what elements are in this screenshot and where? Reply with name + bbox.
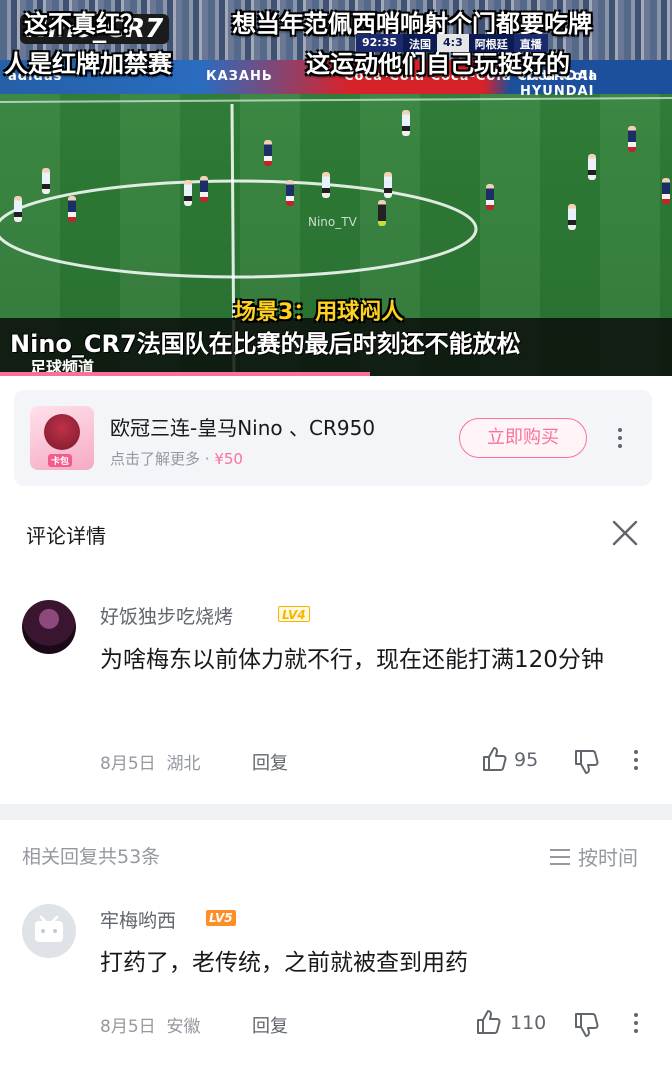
thumbs-down-icon[interactable]: [572, 747, 600, 775]
product-price: ¥50: [214, 450, 243, 468]
avatar[interactable]: [22, 600, 76, 654]
thumbs-up-icon[interactable]: [474, 1008, 502, 1036]
player: [662, 178, 670, 204]
home-team: 法国: [403, 34, 438, 52]
comment-more-icon[interactable]: [633, 750, 639, 770]
section-divider: [0, 804, 672, 820]
product-thumb-tag: 卡包: [48, 454, 73, 467]
scoreboard: 92:35 法国 4:3 阿根廷 直播: [356, 34, 548, 52]
thumbs-up-icon[interactable]: [480, 745, 508, 773]
comment-detail-title: 评论详情: [26, 524, 106, 548]
product-more-info: 点击了解更多 ·: [110, 450, 215, 468]
comment-text: 为啥梅东以前体力就不行，现在还能打满120分钟: [100, 647, 604, 673]
close-icon[interactable]: [610, 518, 640, 548]
sort-label: 按时间: [578, 846, 638, 870]
player: [184, 180, 192, 206]
video-progress-bar[interactable]: [0, 372, 370, 376]
match-clock: 92:35: [356, 34, 404, 52]
center-watermark: Nino_TV: [308, 215, 357, 229]
product-subtitle: 点击了解更多 · ¥50: [110, 448, 243, 469]
referee: [378, 200, 386, 226]
product-title: 欧冠三连-皇马Nino 、CR950: [110, 416, 376, 440]
avatar[interactable]: [22, 904, 76, 958]
product-thumbnail: 卡包: [30, 406, 94, 470]
replies-count: 相关回复共53条: [22, 846, 161, 868]
reply-button[interactable]: 回复: [252, 1012, 288, 1038]
scene-label: 场景3：用球闷人: [234, 300, 404, 325]
player: [588, 154, 596, 180]
player: [628, 126, 636, 152]
subtitle-text: 法国队在比赛的最后时刻还不能放松: [136, 330, 521, 358]
buy-now-button[interactable]: 立即购买: [459, 418, 587, 458]
comment-date: 8月5日: [100, 754, 156, 774]
comment-meta: 8月5日 湖北: [100, 749, 200, 774]
comment-location: 湖北: [166, 754, 201, 774]
caption-second-left: 人是红牌加禁赛: [4, 50, 172, 78]
product-badge-image: [44, 414, 80, 450]
player: [286, 180, 294, 206]
reply-text: 打药了，老传统，之前就被查到用药: [100, 950, 468, 976]
player: [402, 110, 410, 136]
player: [568, 204, 576, 230]
reply-meta: 8月5日 安徽: [100, 1012, 200, 1037]
player: [14, 196, 22, 222]
level-badge: LV4: [278, 606, 310, 622]
player: [322, 172, 330, 198]
product-card[interactable]: 卡包 欧冠三连-皇马Nino 、CR950 点击了解更多 · ¥50 立即购买: [14, 390, 652, 486]
player: [200, 176, 208, 202]
reply-date: 8月5日: [100, 1017, 156, 1037]
more-vertical-icon[interactable]: [617, 428, 623, 448]
player: [42, 168, 50, 194]
reply-more-icon[interactable]: [633, 1013, 639, 1033]
comment-username[interactable]: 好饭独步吃烧烤: [100, 602, 233, 629]
reply-button[interactable]: 回复: [252, 749, 288, 775]
player: [264, 140, 272, 166]
player: [486, 184, 494, 210]
like-count: 95: [514, 749, 539, 771]
like-count: 110: [510, 1012, 547, 1034]
sort-by-time-button[interactable]: 按时间: [550, 842, 638, 871]
reply-location: 安徽: [166, 1017, 201, 1037]
ad-board-text-2: КАЗАНЬ: [206, 69, 273, 84]
sort-icon: [550, 848, 570, 865]
reply-username[interactable]: 牢梅哟西: [100, 906, 176, 933]
live-badge: 直播: [513, 34, 548, 52]
away-team: 阿根廷: [468, 34, 514, 52]
player: [384, 172, 392, 198]
default-avatar-icon: [35, 915, 63, 942]
level-badge: LV5: [206, 910, 236, 926]
player: [68, 196, 76, 222]
video-player[interactable]: adidas КАЗАНЬ Coca-Cola Coca-Cola Coca-C…: [0, 0, 672, 376]
thumbs-down-icon[interactable]: [572, 1010, 600, 1038]
match-score: 4:3: [437, 34, 469, 52]
caption-top-left: 这不真红？: [24, 10, 144, 38]
